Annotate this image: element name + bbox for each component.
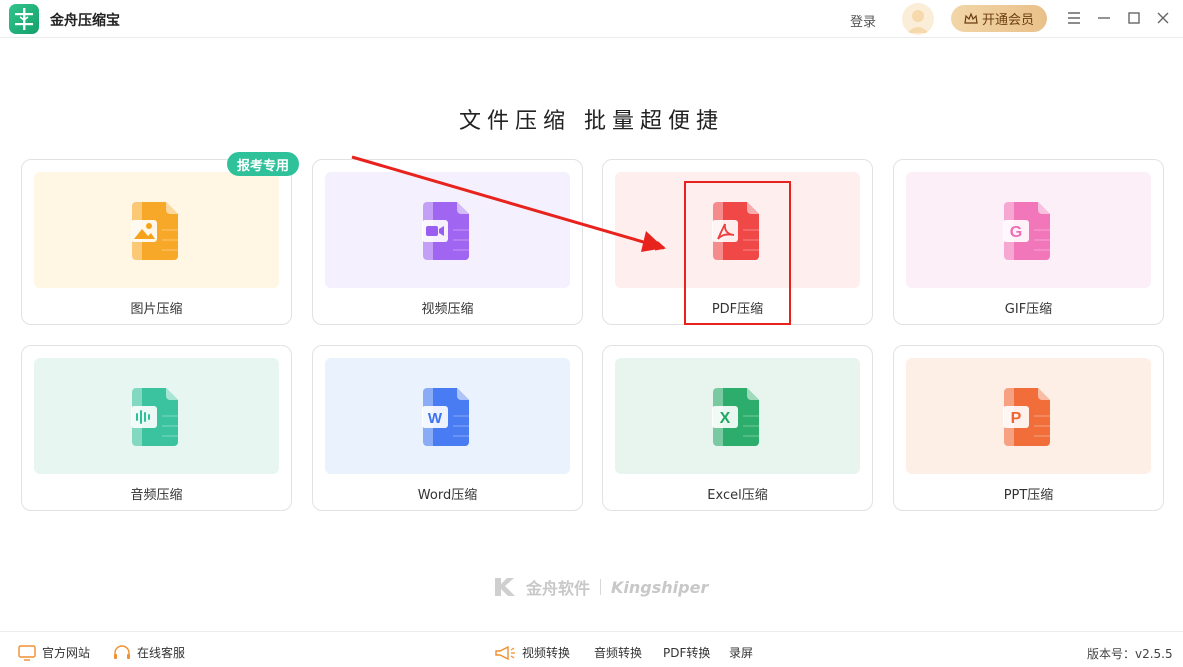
svg-text:X: X	[720, 410, 731, 427]
login-link[interactable]: 登录	[850, 11, 876, 30]
minimize-icon[interactable]	[1094, 8, 1114, 28]
audio-convert-label: 音频转换	[594, 646, 643, 660]
watermark-brand: 金舟软件	[526, 579, 591, 598]
version-label: 版本号：v2.5.5	[1087, 647, 1173, 661]
card-illustration	[325, 172, 570, 288]
watermark-english: Kingshiper	[611, 577, 709, 597]
video-file-icon	[422, 202, 469, 260]
card-illustration: G	[906, 172, 1151, 288]
status-bar: 官方网站 在线客服 视频转换 音频转换 PDF转换 录屏 版本号：v2.5.5	[0, 631, 1183, 667]
brand-watermark: 金舟软件 Kingshiper	[492, 575, 708, 599]
monitor-icon	[18, 644, 36, 661]
card-label: 视频压缩	[421, 302, 474, 317]
screen-record-link[interactable]: 录屏	[729, 644, 753, 661]
vip-button[interactable]: 开通会员	[951, 5, 1047, 32]
svg-text:W: W	[428, 410, 443, 427]
card-label: 音频压缩	[130, 488, 183, 503]
compression-card-gif[interactable]: G GIF压缩	[893, 159, 1164, 325]
compression-card-excel[interactable]: X Excel压缩	[602, 345, 873, 511]
pdf-convert-link[interactable]: PDF转换	[663, 644, 710, 661]
audio-convert-link[interactable]: 音频转换	[594, 644, 642, 661]
image-file-icon	[131, 202, 178, 260]
card-label: 图片压缩	[130, 302, 183, 317]
card-label: Excel压缩	[707, 488, 768, 503]
official-site-label: 官方网站	[42, 646, 91, 660]
vip-button-label: 开通会员	[981, 13, 1034, 28]
page-headline: 文件压缩 批量超便捷	[459, 109, 724, 134]
card-illustration	[34, 358, 279, 474]
online-service-label: 在线客服	[137, 646, 186, 660]
compression-card-ppt[interactable]: P PPT压缩	[893, 345, 1164, 511]
svg-text:G: G	[1010, 224, 1022, 241]
brand-logo-icon	[495, 578, 515, 596]
card-label: PPT压缩	[1003, 488, 1054, 503]
compression-card-audio[interactable]: 音频压缩	[21, 345, 292, 511]
app-logo-icon	[9, 4, 39, 34]
title-bar: 金舟压缩宝 登录 开通会员	[0, 0, 1183, 38]
compression-card-word[interactable]: W Word压缩	[312, 345, 583, 511]
card-illustration: P	[906, 358, 1151, 474]
video-convert-label: 视频转换	[522, 646, 571, 660]
card-illustration	[34, 172, 279, 288]
megaphone-icon	[495, 645, 515, 660]
highlight-box	[684, 181, 791, 325]
card-label: GIF压缩	[1004, 302, 1053, 317]
annotation-arrow	[351, 155, 666, 252]
word-file-icon: W	[422, 388, 469, 446]
svg-text:P: P	[1011, 410, 1022, 427]
official-site-link[interactable]: 官方网站	[18, 644, 90, 661]
maximize-icon[interactable]	[1124, 8, 1144, 28]
screen-record-label: 录屏	[729, 646, 754, 660]
ppt-file-icon: P	[1003, 388, 1050, 446]
card-label: Word压缩	[417, 488, 478, 503]
card-illustration: W	[325, 358, 570, 474]
compression-card-image[interactable]: 图片压缩	[21, 159, 292, 325]
close-icon[interactable]	[1153, 8, 1173, 28]
audio-file-icon	[131, 388, 178, 446]
pdf-convert-label: PDF转换	[663, 646, 711, 660]
crown-icon	[964, 11, 978, 24]
headset-icon	[114, 644, 130, 659]
watermark-divider	[600, 579, 602, 595]
card-illustration: X	[615, 358, 860, 474]
excel-file-icon: X	[712, 388, 759, 446]
online-service-link[interactable]: 在线客服	[113, 644, 185, 661]
gif-file-icon: G	[1003, 202, 1050, 260]
menu-icon[interactable]	[1064, 8, 1084, 28]
app-title: 金舟压缩宝	[50, 13, 120, 29]
compression-card-video[interactable]: 视频压缩	[312, 159, 583, 325]
avatar[interactable]	[902, 3, 934, 35]
exam-badge: 报考专用	[227, 152, 299, 176]
video-convert-link[interactable]: 视频转换	[494, 644, 570, 661]
